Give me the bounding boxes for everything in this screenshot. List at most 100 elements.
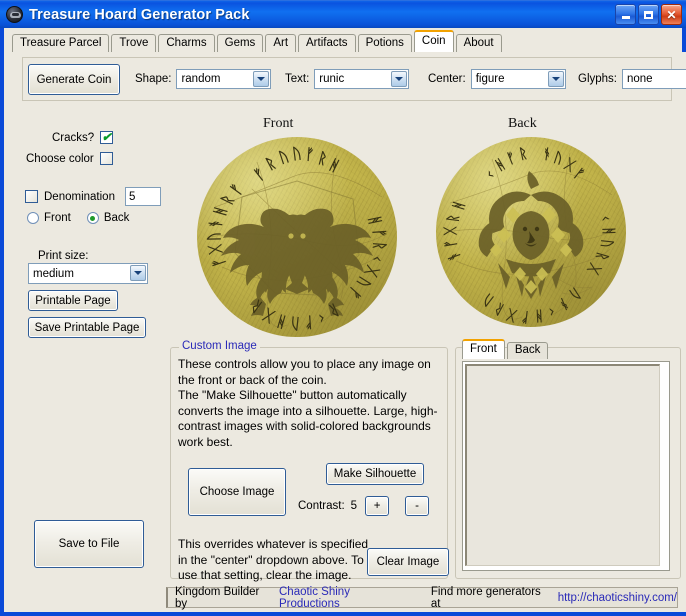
generate-coin-button[interactable]: Generate Coin [28, 64, 120, 95]
svg-text:ᚻ: ᚻ [534, 308, 543, 324]
svg-text:ᚻ: ᚻ [601, 227, 617, 236]
shape-dropdown[interactable]: random [176, 69, 272, 89]
preview-tab-front[interactable]: Front [462, 339, 505, 359]
contrast-row: Contrast: 5 + - [298, 496, 430, 516]
svg-text:ᚱ: ᚱ [517, 145, 529, 162]
tab-art[interactable]: Art [265, 34, 297, 53]
denomination-input[interactable]: 5 [124, 187, 161, 206]
choose-image-button[interactable]: Choose Image [188, 468, 286, 516]
shape-label: Shape: [135, 73, 172, 85]
center-dropdown[interactable]: figure [470, 69, 566, 89]
custom-image-paragraph-1: These controls allow you to place any im… [178, 357, 431, 387]
preview-tabs: Front Back [462, 339, 549, 359]
svg-text:ᚱ: ᚱ [491, 300, 506, 318]
choose-color-label: Choose color [26, 152, 94, 165]
svg-text:ᚢ: ᚢ [277, 148, 292, 167]
glyphs-dropdown[interactable]: none [622, 69, 686, 89]
choose-color-swatch[interactable] [99, 152, 113, 165]
cracks-row: Cracks? [52, 131, 114, 144]
svg-text:ᚠ: ᚠ [303, 313, 314, 331]
cracks-checkbox[interactable] [100, 131, 114, 144]
denomination-value: 5 [128, 190, 136, 203]
print-size-dropdown[interactable]: medium [28, 263, 148, 284]
printable-page-button[interactable]: Printable Page [28, 290, 118, 311]
maximize-button[interactable] [638, 4, 659, 25]
coin-options-toolbar: Generate Coin Shape: random Text: runic … [22, 57, 686, 101]
chevron-down-icon[interactable] [547, 71, 564, 87]
tab-trove[interactable]: Trove [111, 34, 157, 53]
status-bar: Kingdom Builder by Chaotic Shiny Product… [166, 585, 678, 610]
tab-artifacts[interactable]: Artifacts [298, 34, 356, 53]
contrast-label: Contrast: [298, 500, 345, 512]
tab-treasure-parcel[interactable]: Treasure Parcel [12, 34, 110, 53]
contrast-plus-label: + [373, 500, 381, 512]
printable-page-label: Printable Page [35, 294, 111, 307]
preview-canvas[interactable] [465, 364, 660, 566]
svg-text:ᚲ: ᚲ [314, 308, 328, 327]
print-size-label: Print size: [38, 250, 89, 262]
svg-text:ᚱ: ᚱ [263, 154, 280, 174]
denomination-checkbox[interactable] [25, 190, 38, 203]
chaoticshiny-url-link[interactable]: http://chaoticshiny.com/ [558, 592, 677, 604]
close-button[interactable]: ✕ [661, 4, 682, 25]
tab-gems[interactable]: Gems [216, 34, 264, 53]
jester-figure: ᚲ ᚻ ᚠ ᚱ ᚬ ᚢ ᚷ ᚠ ᚲ ᚻ ᚢ ᚱ ᚷ ᚬ ᚠ ᚷ ᚱ ᚻ ᚢ ᚱ … [442, 145, 618, 326]
text-dropdown[interactable]: runic [314, 69, 410, 89]
svg-text:ᚱ: ᚱ [316, 149, 330, 168]
save-to-file-button[interactable]: Save to File [34, 520, 144, 568]
main-tabs: Treasure Parcel Trove Charms Gems Art Ar… [8, 30, 686, 53]
make-silhouette-button[interactable]: Make Silhouette [326, 463, 424, 485]
save-to-file-label: Save to File [58, 538, 120, 550]
custom-image-paragraph-2: The "Make Silhouette" button automatical… [178, 388, 438, 449]
chevron-down-icon[interactable] [391, 71, 408, 87]
center-label: Center: [428, 73, 466, 85]
tab-potions[interactable]: Potions [357, 34, 412, 53]
front-coin-image: ᚠ ᚱ ᚢ ᚢ ᚠ ᚱ ᚻ ᚻ ᚠ ᚱ ᚲ ᚷ ᚢ ᚠ ᚠ ᚷ ᚢ ᚬ ᚻ ᚱ … [197, 137, 397, 337]
choose-color-row: Choose color [26, 152, 113, 165]
svg-text:ᚲ: ᚲ [367, 252, 386, 265]
contrast-minus-label: - [415, 500, 419, 512]
text-value: runic [319, 73, 345, 85]
contrast-increase-button[interactable]: + [365, 496, 390, 516]
tab-coin[interactable]: Coin [413, 30, 454, 52]
svg-text:ᚻ: ᚻ [492, 156, 507, 174]
contrast-decrease-button[interactable]: - [405, 496, 430, 516]
make-silhouette-label: Make Silhouette [333, 468, 417, 480]
save-printable-page-button[interactable]: Save Printable Page [28, 317, 146, 338]
tab-about[interactable]: About [455, 34, 502, 53]
front-radio-label: Front [44, 212, 71, 224]
chevron-down-icon[interactable] [130, 265, 146, 281]
back-radio[interactable] [86, 212, 99, 224]
preview-canvas-outer [462, 361, 670, 571]
back-radio-label: Back [103, 212, 130, 224]
svg-text:ᚢ: ᚢ [599, 239, 616, 249]
application-window: Treasure Hoard Generator Pack ✕ Treasure… [0, 0, 686, 616]
chaotic-shiny-link[interactable]: Chaotic Shiny Productions [279, 586, 413, 610]
svg-text:ᚢ: ᚢ [552, 149, 565, 167]
window-title: Treasure Hoard Generator Pack [29, 6, 250, 23]
minimize-button[interactable] [615, 4, 636, 25]
svg-text:ᚢ: ᚢ [206, 231, 223, 241]
twin-dragon-figure: ᚠ ᚱ ᚢ ᚢ ᚠ ᚱ ᚻ ᚻ ᚠ ᚱ ᚲ ᚷ ᚢ ᚠ ᚠ ᚷ ᚢ ᚬ ᚻ ᚱ … [206, 145, 388, 332]
tab-label: Trove [119, 37, 149, 50]
coin-skull-icon [6, 6, 23, 23]
text-field: Text: runic [285, 69, 410, 89]
glyphs-value: none [627, 73, 653, 85]
status-text-1: Kingdom Builder by [175, 585, 260, 610]
denomination-label: Denomination [44, 190, 115, 203]
tab-charms[interactable]: Charms [158, 34, 215, 53]
front-radio[interactable] [27, 212, 39, 224]
svg-text:ᚻ: ᚻ [326, 156, 342, 176]
center-value: figure [475, 73, 505, 85]
svg-text:ᚲ: ᚲ [597, 213, 614, 224]
preview-group: Front Back [455, 339, 681, 579]
svg-text:ᚻ: ᚻ [365, 214, 384, 227]
tab-label: Art [273, 37, 289, 50]
text-label: Text: [285, 73, 310, 85]
denomination-row: Denomination 5 [25, 187, 161, 206]
preview-tab-back[interactable]: Back [506, 342, 549, 359]
svg-text:ᚠ: ᚠ [305, 146, 316, 164]
side-radio-group: Front Back [27, 212, 129, 224]
chevron-down-icon[interactable] [253, 71, 270, 87]
clear-image-button[interactable]: Clear Image [367, 548, 449, 576]
